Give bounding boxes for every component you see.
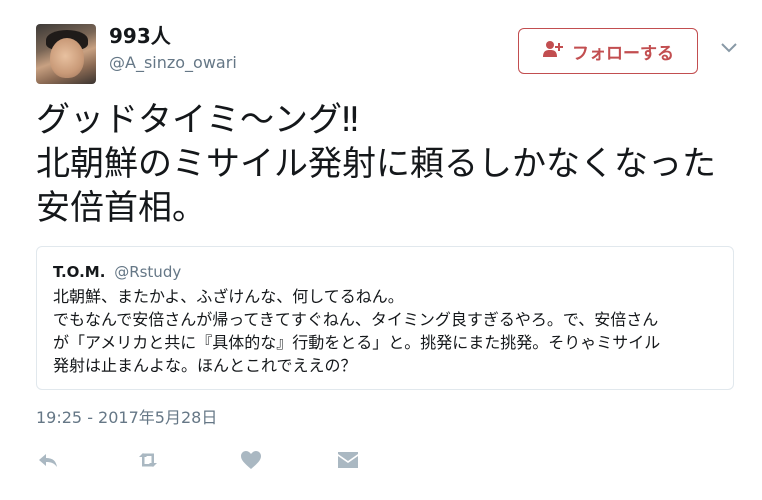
reply-icon[interactable] [36, 448, 60, 472]
retweet-icon[interactable] [136, 448, 160, 472]
display-name[interactable]: 993人 [109, 22, 171, 50]
quoted-tweet-header: T.O.M. @Rstudy [53, 261, 717, 283]
quoted-tweet-text: 北朝鮮、またかよ、ふざけんな、何してるねん。 でもなんで安倍さんが帰ってきてすぐ… [53, 287, 661, 375]
avatar-face [50, 38, 84, 78]
direct-message-icon[interactable] [336, 448, 360, 472]
follow-button-label: フォローする [572, 43, 674, 64]
chevron-down-icon[interactable] [718, 40, 740, 56]
quoted-tweet[interactable]: T.O.M. @Rstudy 北朝鮮、またかよ、ふざけんな、何してるねん。 でも… [36, 246, 734, 390]
follow-button[interactable]: フォローする [518, 28, 698, 74]
screen-name[interactable]: @A_sinzo_owari [109, 52, 237, 74]
quoted-tweet-name: T.O.M. [53, 263, 106, 281]
user-plus-icon [542, 39, 564, 64]
tweet-text: グッドタイミ〜ング‼︎ 北朝鮮のミサイル発射に頼るしかなくなった 安倍首相。 [36, 100, 716, 228]
quoted-tweet-handle: @Rstudy [114, 263, 182, 281]
avatar[interactable] [36, 24, 96, 84]
like-icon[interactable] [239, 448, 263, 472]
timestamp[interactable]: 19:25 - 2017年5月28日 [36, 406, 217, 430]
